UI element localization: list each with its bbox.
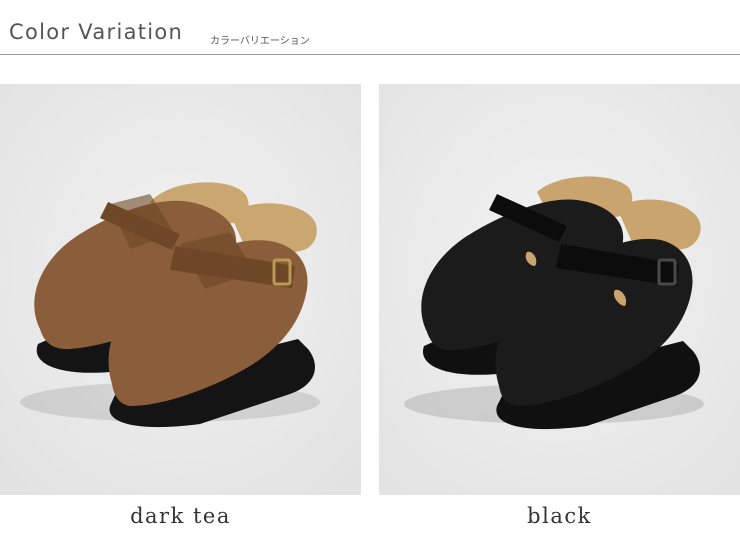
variant-label-black: black xyxy=(527,504,592,528)
page-header: Color Variation カラーバリエーション xyxy=(0,0,740,56)
variant-label-dark-tea: dark tea xyxy=(130,504,231,528)
black-suede-clog-pair-icon xyxy=(379,84,740,495)
product-image-black xyxy=(379,84,740,495)
page-title: Color Variation xyxy=(9,20,184,44)
page-subtitle: カラーバリエーション xyxy=(210,36,310,47)
brown-suede-clog-pair-icon xyxy=(0,84,361,495)
header-divider xyxy=(0,54,740,55)
product-image-dark-tea xyxy=(0,84,361,495)
